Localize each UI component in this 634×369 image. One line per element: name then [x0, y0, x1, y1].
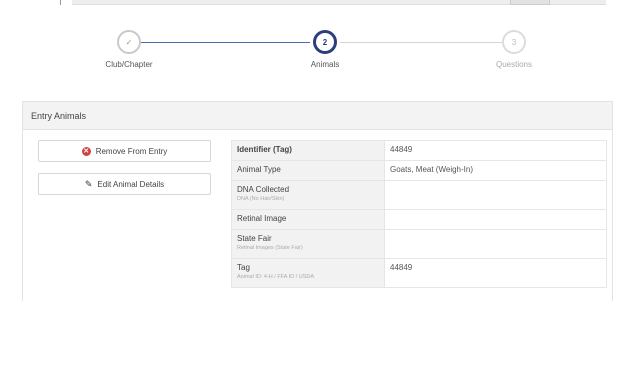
detail-key: Animal Type — [231, 160, 385, 181]
detail-value — [384, 209, 607, 230]
table-row: Tag Animal ID: 4-H / FFA ID / USDA 44849 — [231, 258, 607, 288]
check-icon: ✓ — [117, 30, 141, 54]
animal-details-table: Identifier (Tag) 44849 Animal Type Goats… — [231, 140, 607, 288]
edit-animal-details-button[interactable]: ✎ Edit Animal Details — [38, 173, 211, 195]
panel-title: Entry Animals — [23, 102, 612, 130]
pencil-icon: ✎ — [84, 178, 93, 189]
step-questions[interactable]: 3 Questions — [459, 30, 569, 69]
step-club-chapter[interactable]: ✓ Club/Chapter — [74, 30, 184, 69]
detail-value: 44849 — [384, 140, 607, 161]
toolbar-divider — [60, 0, 61, 5]
step-label: Questions — [495, 60, 533, 69]
top-toolbar-strip — [0, 0, 634, 6]
detail-subtext: Animal ID: 4-H / FFA ID / USDA — [237, 274, 315, 280]
detail-value: Goats, Meat (Weigh-In) — [384, 160, 607, 181]
step-label: Club/Chapter — [105, 60, 153, 69]
detail-value — [384, 180, 607, 210]
remove-circle-icon: ✕ — [81, 146, 91, 156]
table-row: Animal Type Goats, Meat (Weigh-In) — [231, 160, 607, 181]
detail-subtext: Retinal Images (State Fair) — [237, 245, 303, 251]
progress-stepper: ✓ Club/Chapter 2 Animals 3 Questions — [0, 20, 634, 80]
edit-button-label: Edit Animal Details — [97, 179, 165, 189]
table-row: State Fair Retinal Images (State Fair) — [231, 229, 607, 259]
table-row: Retinal Image — [231, 209, 607, 230]
remove-from-entry-button[interactable]: ✕ Remove From Entry — [38, 140, 211, 162]
detail-key: State Fair Retinal Images (State Fair) — [231, 229, 385, 259]
step-label: Animals — [310, 60, 340, 69]
detail-key: Tag Animal ID: 4-H / FFA ID / USDA — [231, 258, 385, 288]
table-row: DNA Collected DNA (No Hair/Skin) — [231, 180, 607, 210]
detail-key: Identifier (Tag) — [231, 140, 385, 161]
remove-button-label: Remove From Entry — [95, 146, 168, 156]
detail-key: Retinal Image — [231, 209, 385, 230]
step-number: 2 — [313, 30, 337, 54]
entry-animals-panel: Entry Animals ✕ Remove From Entry ✎ Edit… — [22, 101, 613, 301]
detail-key: DNA Collected DNA (No Hair/Skin) — [231, 180, 385, 210]
table-row: Identifier (Tag) 44849 — [231, 140, 607, 161]
detail-value: 44849 — [384, 258, 607, 288]
toolbar-button[interactable] — [510, 0, 550, 5]
step-animals[interactable]: 2 Animals — [270, 30, 380, 69]
step-number: 3 — [502, 30, 526, 54]
detail-value — [384, 229, 607, 259]
detail-subtext: DNA (No Hair/Skin) — [237, 196, 285, 202]
